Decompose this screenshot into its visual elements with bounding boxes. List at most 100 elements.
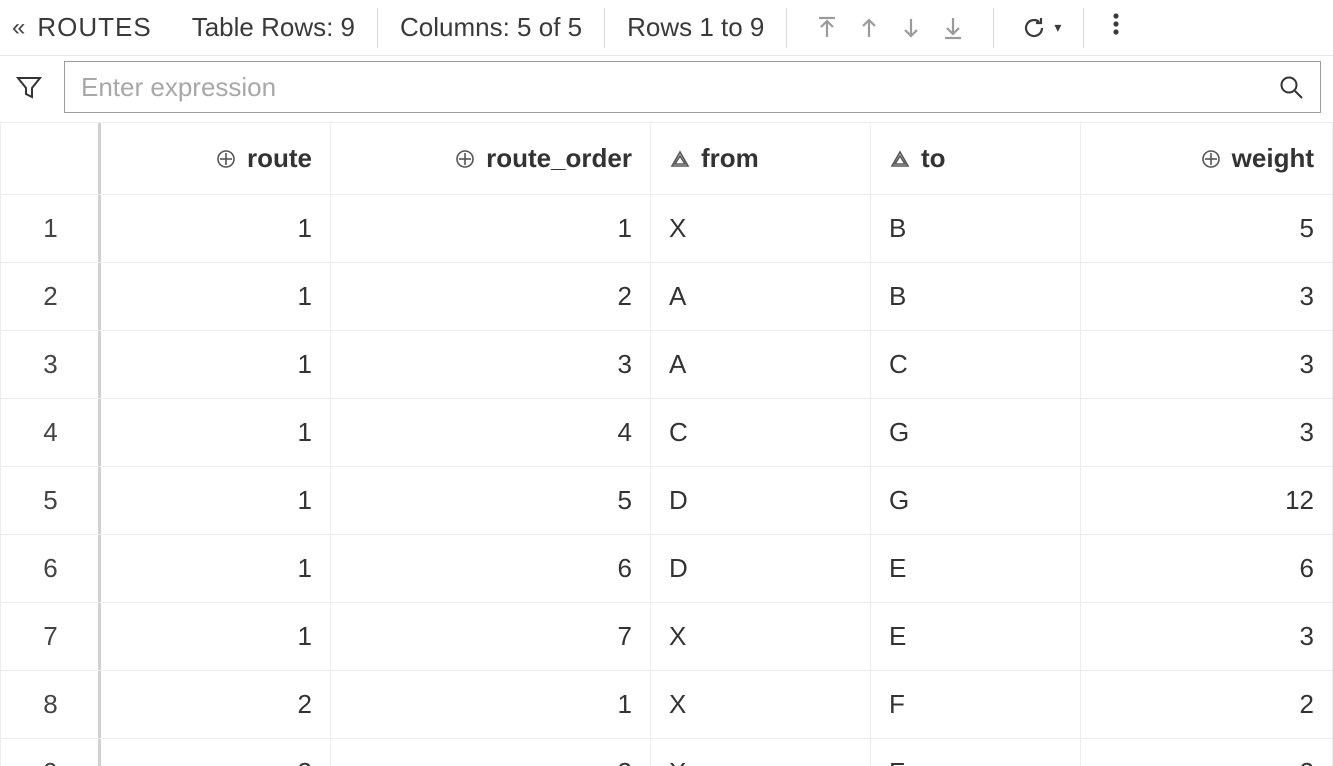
table-name[interactable]: ROUTES xyxy=(37,12,151,43)
cell-weight[interactable]: 6 xyxy=(1081,535,1333,603)
column-label: weight xyxy=(1232,143,1314,174)
column-label: to xyxy=(921,143,946,174)
column-header-to[interactable]: to xyxy=(871,123,1081,195)
row-number[interactable]: 3 xyxy=(1,331,101,399)
text-type-icon xyxy=(889,148,911,170)
cell-route[interactable]: 1 xyxy=(101,603,331,671)
table-row[interactable]: 821XF2 xyxy=(1,671,1333,739)
cell-to[interactable]: C xyxy=(871,331,1081,399)
rows-range: Rows 1 to 9 xyxy=(627,12,764,43)
cell-weight[interactable]: 3 xyxy=(1081,263,1333,331)
divider xyxy=(993,8,994,48)
refresh-icon[interactable] xyxy=(1016,10,1052,46)
collapse-icon[interactable]: « xyxy=(12,14,37,42)
column-header-weight[interactable]: weight xyxy=(1081,123,1333,195)
cell-to[interactable]: G xyxy=(871,467,1081,535)
table-row[interactable]: 212AB3 xyxy=(1,263,1333,331)
row-number[interactable]: 1 xyxy=(1,195,101,263)
cell-from[interactable]: X xyxy=(651,603,871,671)
cell-route_order[interactable]: 3 xyxy=(331,331,651,399)
table-row[interactable]: 616DE6 xyxy=(1,535,1333,603)
cell-route_order[interactable]: 1 xyxy=(331,195,651,263)
column-label: route xyxy=(247,143,312,174)
cell-route_order[interactable]: 1 xyxy=(331,671,651,739)
numeric-type-icon xyxy=(1200,148,1222,170)
cell-weight[interactable]: 2 xyxy=(1081,739,1333,766)
cell-to[interactable]: E xyxy=(871,603,1081,671)
filter-input-wrap xyxy=(64,61,1321,113)
cell-route[interactable]: 1 xyxy=(101,535,331,603)
cell-weight[interactable]: 3 xyxy=(1081,399,1333,467)
go-next-icon[interactable] xyxy=(893,10,929,46)
cell-route_order[interactable]: 4 xyxy=(331,399,651,467)
expression-input[interactable] xyxy=(79,71,1276,104)
numeric-type-icon xyxy=(454,148,476,170)
cell-route[interactable]: 1 xyxy=(101,399,331,467)
row-number[interactable]: 7 xyxy=(1,603,101,671)
cell-route_order[interactable]: 5 xyxy=(331,467,651,535)
cell-from[interactable]: A xyxy=(651,263,871,331)
column-header-from[interactable]: from xyxy=(651,123,871,195)
go-first-icon[interactable] xyxy=(809,10,845,46)
table-row[interactable]: 515DG12 xyxy=(1,467,1333,535)
cell-from[interactable]: A xyxy=(651,331,871,399)
numeric-type-icon xyxy=(215,148,237,170)
cell-weight[interactable]: 3 xyxy=(1081,603,1333,671)
row-number[interactable]: 8 xyxy=(1,671,101,739)
go-prev-icon[interactable] xyxy=(851,10,887,46)
cell-route[interactable]: 2 xyxy=(101,739,331,766)
divider xyxy=(1083,8,1084,48)
divider xyxy=(786,8,787,48)
row-number[interactable]: 9 xyxy=(1,739,101,766)
row-number[interactable]: 5 xyxy=(1,467,101,535)
table-row[interactable]: 717XE3 xyxy=(1,603,1333,671)
cell-to[interactable]: F xyxy=(871,739,1081,766)
cell-from[interactable]: D xyxy=(651,467,871,535)
cell-to[interactable]: F xyxy=(871,671,1081,739)
cell-route[interactable]: 2 xyxy=(101,671,331,739)
table-row[interactable]: 313AC3 xyxy=(1,331,1333,399)
cell-route[interactable]: 1 xyxy=(101,467,331,535)
data-grid: routeroute_orderfromtoweight 111XB5212AB… xyxy=(0,122,1333,766)
table-row[interactable]: 414CG3 xyxy=(1,399,1333,467)
column-label: route_order xyxy=(486,143,632,174)
cell-route[interactable]: 1 xyxy=(101,263,331,331)
row-number[interactable]: 2 xyxy=(1,263,101,331)
cell-to[interactable]: B xyxy=(871,195,1081,263)
header-row: route route_order from to weight xyxy=(1,123,1333,195)
column-header-route[interactable]: route xyxy=(101,123,331,195)
cell-route[interactable]: 1 xyxy=(101,331,331,399)
cell-route_order[interactable]: 2 xyxy=(331,263,651,331)
table-row[interactable]: 922XF2 xyxy=(1,739,1333,766)
cell-from[interactable]: X xyxy=(651,739,871,766)
cell-from[interactable]: X xyxy=(651,671,871,739)
cell-weight[interactable]: 3 xyxy=(1081,331,1333,399)
more-menu-icon[interactable] xyxy=(1106,11,1126,44)
filter-icon[interactable] xyxy=(12,70,46,104)
cell-route_order[interactable]: 2 xyxy=(331,739,651,766)
cell-route_order[interactable]: 6 xyxy=(331,535,651,603)
cell-from[interactable]: D xyxy=(651,535,871,603)
table-row[interactable]: 111XB5 xyxy=(1,195,1333,263)
row-number[interactable]: 4 xyxy=(1,399,101,467)
cell-route_order[interactable]: 7 xyxy=(331,603,651,671)
cell-to[interactable]: E xyxy=(871,535,1081,603)
cell-from[interactable]: C xyxy=(651,399,871,467)
cell-weight[interactable]: 5 xyxy=(1081,195,1333,263)
divider xyxy=(604,8,605,48)
columns-count: Columns: 5 of 5 xyxy=(400,12,582,43)
cell-route[interactable]: 1 xyxy=(101,195,331,263)
cell-weight[interactable]: 12 xyxy=(1081,467,1333,535)
go-last-icon[interactable] xyxy=(935,10,971,46)
divider xyxy=(377,8,378,48)
cell-from[interactable]: X xyxy=(651,195,871,263)
refresh-menu-caret-icon[interactable]: ▾ xyxy=(1054,19,1061,36)
search-icon[interactable] xyxy=(1276,72,1306,102)
cell-weight[interactable]: 2 xyxy=(1081,671,1333,739)
cell-to[interactable]: B xyxy=(871,263,1081,331)
column-header-route_order[interactable]: route_order xyxy=(331,123,651,195)
table-rows-count: Table Rows: 9 xyxy=(192,12,355,43)
row-number[interactable]: 6 xyxy=(1,535,101,603)
filter-bar xyxy=(0,56,1333,118)
cell-to[interactable]: G xyxy=(871,399,1081,467)
